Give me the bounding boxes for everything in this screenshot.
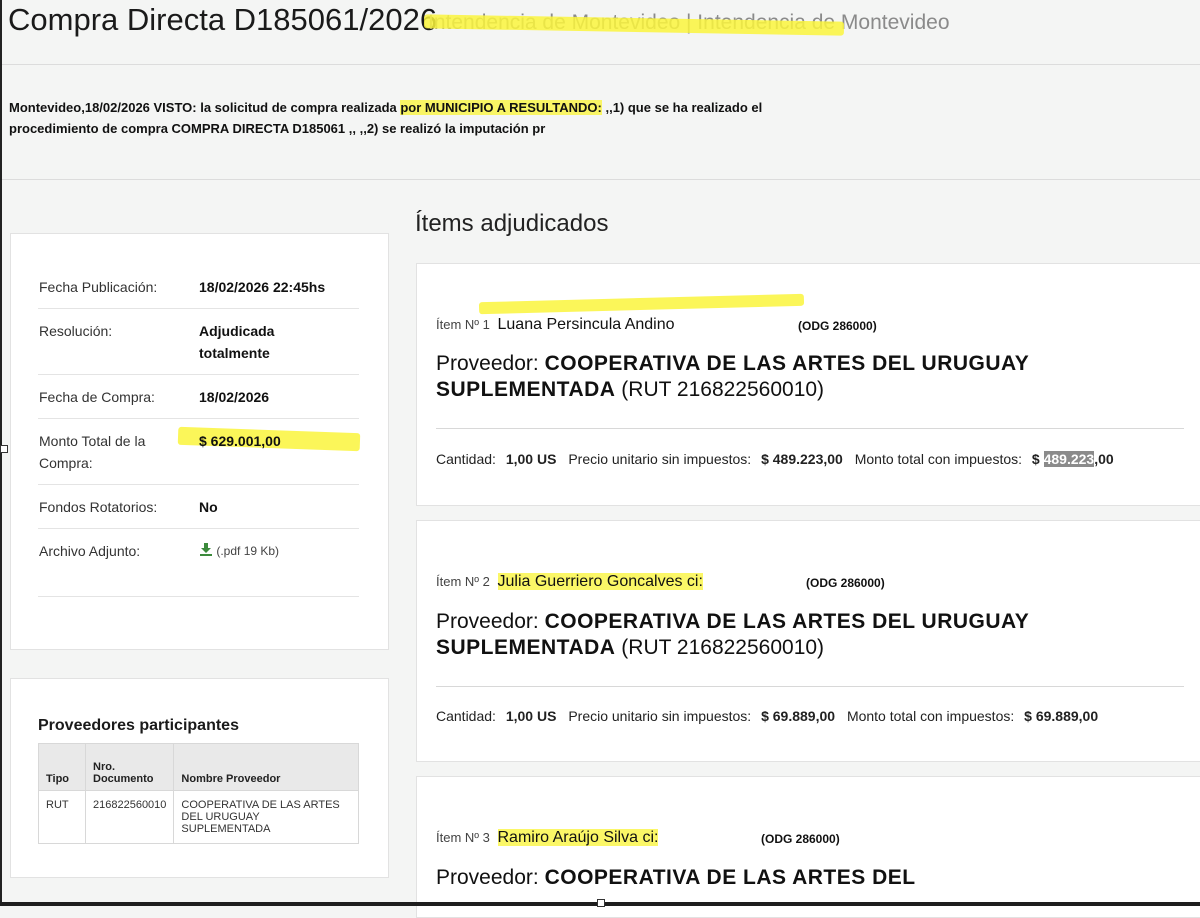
summary-text-highlighted: por MUNICIPIO A RESULTANDO:: [400, 100, 602, 115]
item-provider: Proveedor: COOPERATIVA DE LAS ARTES DEL …: [436, 351, 1056, 403]
item-amounts: Cantidad: 1,00 US Precio unitario sin im…: [436, 708, 1098, 724]
table-cell: COOPERATIVA DE LAS ARTES DEL URUGUAY SUP…: [173, 790, 359, 844]
providers-title: Proveedores participantes: [38, 717, 239, 734]
detail-label: Fecha Publicación:: [39, 279, 158, 295]
detail-label: Fecha de Compra:: [39, 389, 155, 405]
column-header: Nombre Proveedor: [173, 743, 359, 791]
detail-row-archivo-adjunto: Archivo Adjunto: (.pdf 19 Kb): [38, 528, 359, 597]
page-header: Compra Directa D185061/2026 Intendencia …: [0, 0, 1200, 65]
unit-price-value: $ 69.889,00: [761, 708, 836, 724]
unit-price-label: Precio unitario sin impuestos:: [568, 708, 752, 724]
column-header: Nro. Documento: [84, 743, 175, 791]
unit-price-value: $ 489.223,00: [761, 451, 843, 467]
awarded-item-card: Ítem Nº 3 Ramiro Araújo Silva ci: (ODG 2…: [416, 776, 1200, 918]
provider-name: COOPERATIVA DE LAS ARTES DEL: [544, 866, 916, 889]
total-value: $ 489.223,00: [1032, 451, 1114, 467]
divider: [436, 686, 1184, 687]
unit-price-label: Precio unitario sin impuestos:: [568, 451, 752, 467]
total-label: Monto total con impuestos:: [846, 708, 1015, 724]
item-number: Ítem Nº 2: [436, 574, 490, 589]
item-header: Ítem Nº 1 Luana Persincula Andino (ODG 2…: [436, 316, 877, 334]
detail-value: Adjudicada totalmente: [199, 323, 275, 361]
item-odg: (ODG 286000): [798, 319, 877, 333]
detail-value: 18/02/2026: [199, 389, 270, 405]
quantity-label: Cantidad:: [436, 451, 496, 467]
item-number: Ítem Nº 3: [436, 830, 490, 845]
item-provider: Proveedor: COOPERATIVA DE LAS ARTES DEL: [436, 865, 1056, 891]
capture-frame-edge: [0, 0, 2, 906]
quantity-value: 1,00 US: [505, 708, 557, 724]
attachment-size: (.pdf 19 Kb): [216, 544, 280, 558]
quantity-label: Cantidad:: [436, 708, 496, 724]
item-header: Ítem Nº 3 Ramiro Araújo Silva ci: (ODG 2…: [436, 829, 840, 847]
divider: [436, 428, 1184, 429]
summary-text: Montevideo,18/02/2026 VISTO: la solicitu…: [9, 97, 799, 139]
table-cell: RUT: [38, 790, 86, 844]
summary-text-start: Montevideo,18/02/2026 VISTO: la solicitu…: [9, 100, 401, 115]
item-odg: (ODG 286000): [761, 832, 840, 846]
total-value: $ 69.889,00: [1024, 708, 1099, 724]
quantity-value: 1,00 US: [505, 451, 557, 467]
items-heading: Ítems adjudicados: [415, 210, 609, 237]
providers-card: Proveedores participantes Tipo Nro. Docu…: [10, 678, 389, 878]
item-header: Ítem Nº 2 Julia Guerriero Goncalves ci: …: [436, 573, 885, 591]
provider-rut: (RUT 216822560010): [621, 378, 825, 401]
item-name: Julia Guerriero Goncalves ci:: [497, 573, 703, 590]
detail-value: $ 629.001,00: [199, 433, 281, 449]
download-icon: [200, 543, 212, 556]
provider-label: Proveedor:: [436, 866, 539, 889]
provider-rut: (RUT 216822560010): [621, 636, 825, 659]
table-row: RUT 216822560010 COOPERATIVA DE LAS ARTE…: [38, 790, 359, 844]
provider-label: Proveedor:: [436, 610, 539, 633]
detail-label: Resolución:: [39, 323, 113, 339]
detail-value: No: [199, 499, 218, 515]
total-currency: $: [1031, 451, 1040, 467]
detail-label: Fondos Rotatorios:: [39, 499, 158, 515]
awarded-item-card: Ítem Nº 1 Luana Persincula Andino (ODG 2…: [416, 263, 1200, 506]
item-provider: Proveedor: COOPERATIVA DE LAS ARTES DEL …: [436, 609, 1056, 661]
item-amounts: Cantidad: 1,00 US Precio unitario sin im…: [436, 451, 1114, 467]
item-name: Ramiro Araújo Silva ci:: [497, 829, 659, 846]
provider-label: Proveedor:: [436, 352, 539, 375]
detail-value: 18/02/2026 22:45hs: [199, 279, 326, 295]
detail-label: Monto Total de la Compra:: [39, 433, 146, 471]
selected-text: 489.223: [1043, 451, 1095, 467]
detail-label: Archivo Adjunto:: [39, 543, 141, 559]
detail-row-fondos-rotatorios: Fondos Rotatorios: No: [38, 484, 359, 529]
purchase-summary: Montevideo,18/02/2026 VISTO: la solicitu…: [0, 64, 1200, 180]
highlighter-mark: [478, 293, 805, 315]
detail-row-monto-total: Monto Total de la Compra: $ 629.001,00: [38, 418, 361, 485]
attachment-link[interactable]: (.pdf 19 Kb): [199, 540, 279, 562]
detail-row-fecha-publicacion: Fecha Publicación: 18/02/2026 22:45hs: [38, 264, 359, 309]
purchase-details-card: Fecha Publicación: 18/02/2026 22:45hs Re…: [10, 233, 389, 650]
table-header-row: Tipo Nro. Documento Nombre Proveedor: [38, 743, 359, 791]
total-decimals: ,00: [1094, 451, 1114, 467]
item-odg: (ODG 286000): [806, 576, 885, 590]
resize-handle[interactable]: [0, 445, 8, 453]
total-label: Monto total con impuestos:: [854, 451, 1023, 467]
page-title: Compra Directa D185061/2026: [8, 2, 438, 37]
column-header: Tipo: [38, 743, 86, 791]
detail-row-resolucion: Resolución: Adjudicada totalmente: [38, 308, 359, 375]
table-cell: 216822560010: [84, 790, 175, 844]
item-number: Ítem Nº 1: [436, 317, 490, 332]
item-name: Luana Persincula Andino: [497, 316, 675, 333]
providers-table: Tipo Nro. Documento Nombre Proveedor RUT…: [38, 743, 359, 844]
detail-row-fecha-compra: Fecha de Compra: 18/02/2026: [38, 374, 359, 419]
awarded-item-card: Ítem Nº 2 Julia Guerriero Goncalves ci: …: [416, 520, 1200, 762]
